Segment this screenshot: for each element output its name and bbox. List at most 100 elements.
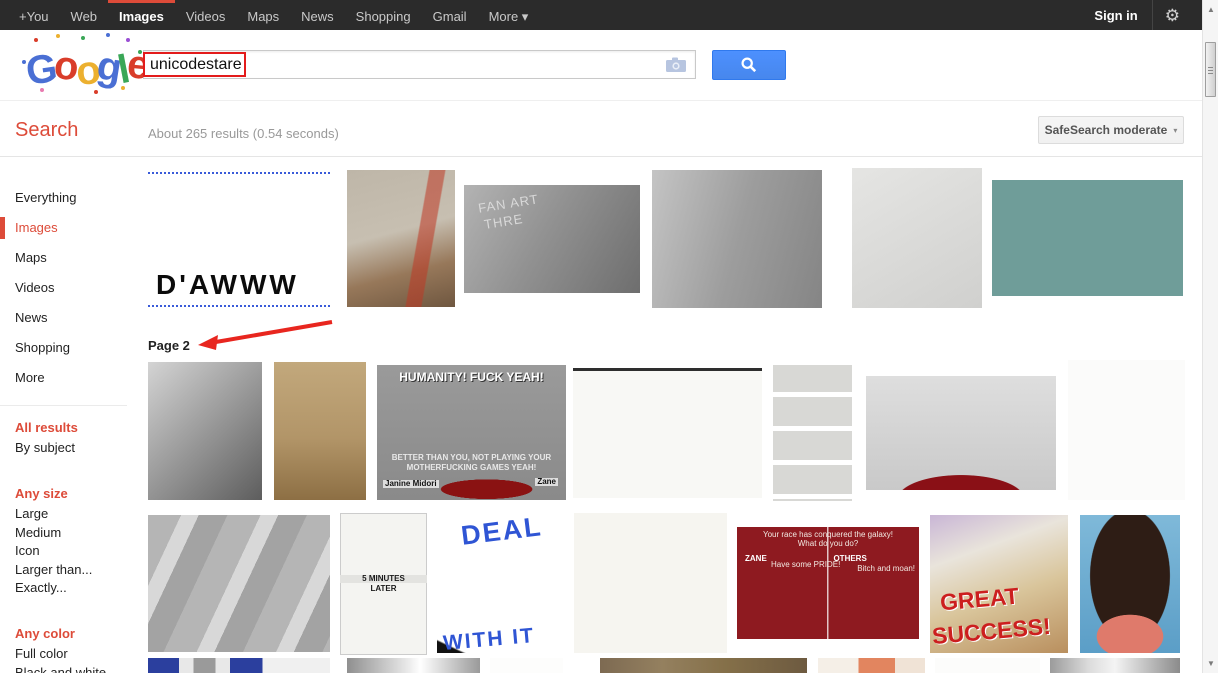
thumb-leash-comic[interactable] xyxy=(652,170,822,308)
safesearch-dropdown[interactable]: SafeSearch moderate ▾ xyxy=(1038,116,1184,144)
thumb-blue-letters-strip[interactable] xyxy=(148,658,330,673)
filter-group-any-size: Any size LargeMediumIconLarger than...Exa… xyxy=(15,486,135,598)
filter-item-large[interactable]: Large xyxy=(15,505,135,524)
thumb-framed-gray-strip[interactable] xyxy=(1050,658,1180,673)
thumb-caption: DEAL xyxy=(460,515,544,550)
thumb-white-sketch-strip[interactable] xyxy=(935,658,1040,673)
sidebar-item-images[interactable]: Images xyxy=(0,213,140,243)
filter-group-any-color: Any color Full colorBlack and white xyxy=(15,626,135,673)
thumb-lemur-swimsuit[interactable] xyxy=(148,362,262,500)
confetti-dot xyxy=(56,34,60,38)
sidebar-item-more[interactable]: More xyxy=(0,363,140,393)
topnav-item-maps[interactable]: Maps xyxy=(236,0,290,30)
sidebar-item-everything[interactable]: Everything xyxy=(0,183,140,213)
thumb-caption: SUCCESS! xyxy=(931,614,1052,648)
thumb-galaxy-conquered-comic[interactable]: Your race has conquered the galaxy!What … xyxy=(737,527,919,639)
filter-header-any-size[interactable]: Any size xyxy=(15,486,135,501)
search-box xyxy=(143,50,696,79)
filter-item-full-color[interactable]: Full color xyxy=(15,645,135,664)
thumb-bird-hat-girl-sketch[interactable] xyxy=(1068,360,1185,500)
thumb-caption: HUMANITY! FUCK YEAH! xyxy=(377,371,566,384)
thumb-humanity-meme[interactable]: HUMANITY! FUCK YEAH! BETTER THAN YOU, NOT… xyxy=(377,365,566,500)
thumb-caption: BETTER THAN YOU, NOT PLAYING YOUR xyxy=(377,454,566,462)
thumb-ground-photo-strip[interactable] xyxy=(600,658,807,673)
filter-item-larger-than[interactable]: Larger than... xyxy=(15,561,135,580)
confetti-dot xyxy=(40,88,44,92)
confetti-dot xyxy=(94,90,98,94)
filter-item-medium[interactable]: Medium xyxy=(15,524,135,543)
thumb-caption: Bitch and moan! xyxy=(857,565,915,573)
filter-item-icon[interactable]: Icon xyxy=(15,542,135,561)
thumb-gray-burst-strip[interactable] xyxy=(347,658,480,673)
topnav-item-gmail[interactable]: Gmail xyxy=(422,0,478,30)
search-button[interactable] xyxy=(712,50,786,80)
subheader-divider xyxy=(0,156,1202,157)
thumb-dikdik-photo[interactable] xyxy=(274,362,366,500)
thumb-deal-with-it-meme[interactable]: DEALWITH IT xyxy=(437,515,563,653)
google-doodle-logo[interactable]: Google xyxy=(26,40,138,96)
thumb-red-pool-group[interactable] xyxy=(866,376,1056,490)
scroll-down-arrow-icon[interactable]: ▼ xyxy=(1203,659,1218,668)
thumb-deer-photo[interactable] xyxy=(347,170,455,307)
header-divider xyxy=(0,100,1202,101)
top-nav-right: Sign in ⚙ xyxy=(1080,0,1218,30)
scroll-up-arrow-icon[interactable]: ▲ xyxy=(1203,5,1218,14)
page-title: Search xyxy=(15,119,78,142)
filter-header-any-color[interactable]: Any color xyxy=(15,626,135,641)
thumb-caption: D'AWWW xyxy=(156,270,299,299)
thumb-great-success-image[interactable]: GREATSUCCESS! xyxy=(930,515,1068,653)
sidebar-item-news[interactable]: News xyxy=(0,303,140,333)
chevron-down-icon: ▾ xyxy=(1173,126,1177,135)
confetti-dot xyxy=(22,60,26,64)
topnav-item-web[interactable]: Web xyxy=(60,0,109,30)
filter-item-exactly[interactable]: Exactly... xyxy=(15,579,135,598)
sidebar-item-maps[interactable]: Maps xyxy=(0,243,140,273)
topnav-item-more[interactable]: More ▾ xyxy=(478,0,540,30)
scrollbar-thumb[interactable] xyxy=(1205,42,1216,97)
thumb-caption: Zane xyxy=(535,478,558,486)
confetti-dot xyxy=(34,38,38,42)
thumb-caption: 5 MINUTES xyxy=(340,575,427,583)
google-images-page: +YouWebImagesVideosMapsNewsShoppingGmail… xyxy=(0,0,1218,673)
filter-item-by-subject[interactable]: By subject xyxy=(15,439,135,458)
topnav-item-videos[interactable]: Videos xyxy=(175,0,237,30)
sign-in-link[interactable]: Sign in xyxy=(1080,8,1151,23)
confetti-dot xyxy=(126,38,130,42)
thumb-caption: GREAT xyxy=(939,583,1020,614)
magnifier-icon xyxy=(740,56,758,74)
confetti-dot xyxy=(138,50,142,54)
topnav-item-news[interactable]: News xyxy=(290,0,345,30)
topnav-item-you[interactable]: +You xyxy=(8,0,60,30)
filter-header-all-results[interactable]: All results xyxy=(15,420,135,435)
thumb-small-sketch-strip[interactable] xyxy=(490,658,563,673)
thumb-caption: MOTHERFUCKING GAMES YEAH! xyxy=(377,464,566,472)
confetti-dot xyxy=(81,36,85,40)
thumb-five-minutes-later-comic[interactable]: 5 MINUTES LATER xyxy=(340,513,427,655)
search-input[interactable] xyxy=(150,53,650,76)
filter-item-black-and-white[interactable]: Black and white xyxy=(15,664,135,673)
thumb-open-mouth-closeup[interactable] xyxy=(1080,515,1180,653)
thumb-character-sheet[interactable] xyxy=(992,180,1183,296)
settings-button[interactable]: ⚙ xyxy=(1152,0,1192,30)
thumb-caption: LATER xyxy=(340,585,427,593)
sidebar-item-videos[interactable]: Videos xyxy=(0,273,140,303)
thumb-deer-dress-figure[interactable] xyxy=(852,168,982,308)
logo-letters: Google xyxy=(26,46,146,91)
thumb-four-panel-comic[interactable] xyxy=(771,363,854,503)
sidebar-item-shopping[interactable]: Shopping xyxy=(0,333,140,363)
topnav-item-shopping[interactable]: Shopping xyxy=(345,0,422,30)
thumb-caption: FAN ART xyxy=(477,192,539,215)
thumb-fox-keys-sketch[interactable] xyxy=(573,368,762,498)
scrollbar[interactable]: ▲ ▼ xyxy=(1202,0,1218,673)
camera-icon[interactable] xyxy=(665,57,687,73)
thumb-orange-white-strip[interactable] xyxy=(818,658,925,673)
thumb-dawww-cartoon[interactable]: D'AWWW xyxy=(148,172,330,307)
safesearch-label: SafeSearch moderate xyxy=(1045,123,1168,137)
thumb-caption: ZANE xyxy=(745,555,767,563)
thumb-caption: Janine Midori xyxy=(383,480,439,488)
thumb-two-figures-sketch[interactable] xyxy=(574,513,727,653)
thumb-fan-art-comic[interactable]: FAN ARTTHRE xyxy=(464,185,640,293)
thumb-excited-deer-cartoon[interactable] xyxy=(148,515,330,652)
thumb-caption: What do you do? xyxy=(737,540,919,548)
topnav-item-images[interactable]: Images xyxy=(108,0,175,30)
